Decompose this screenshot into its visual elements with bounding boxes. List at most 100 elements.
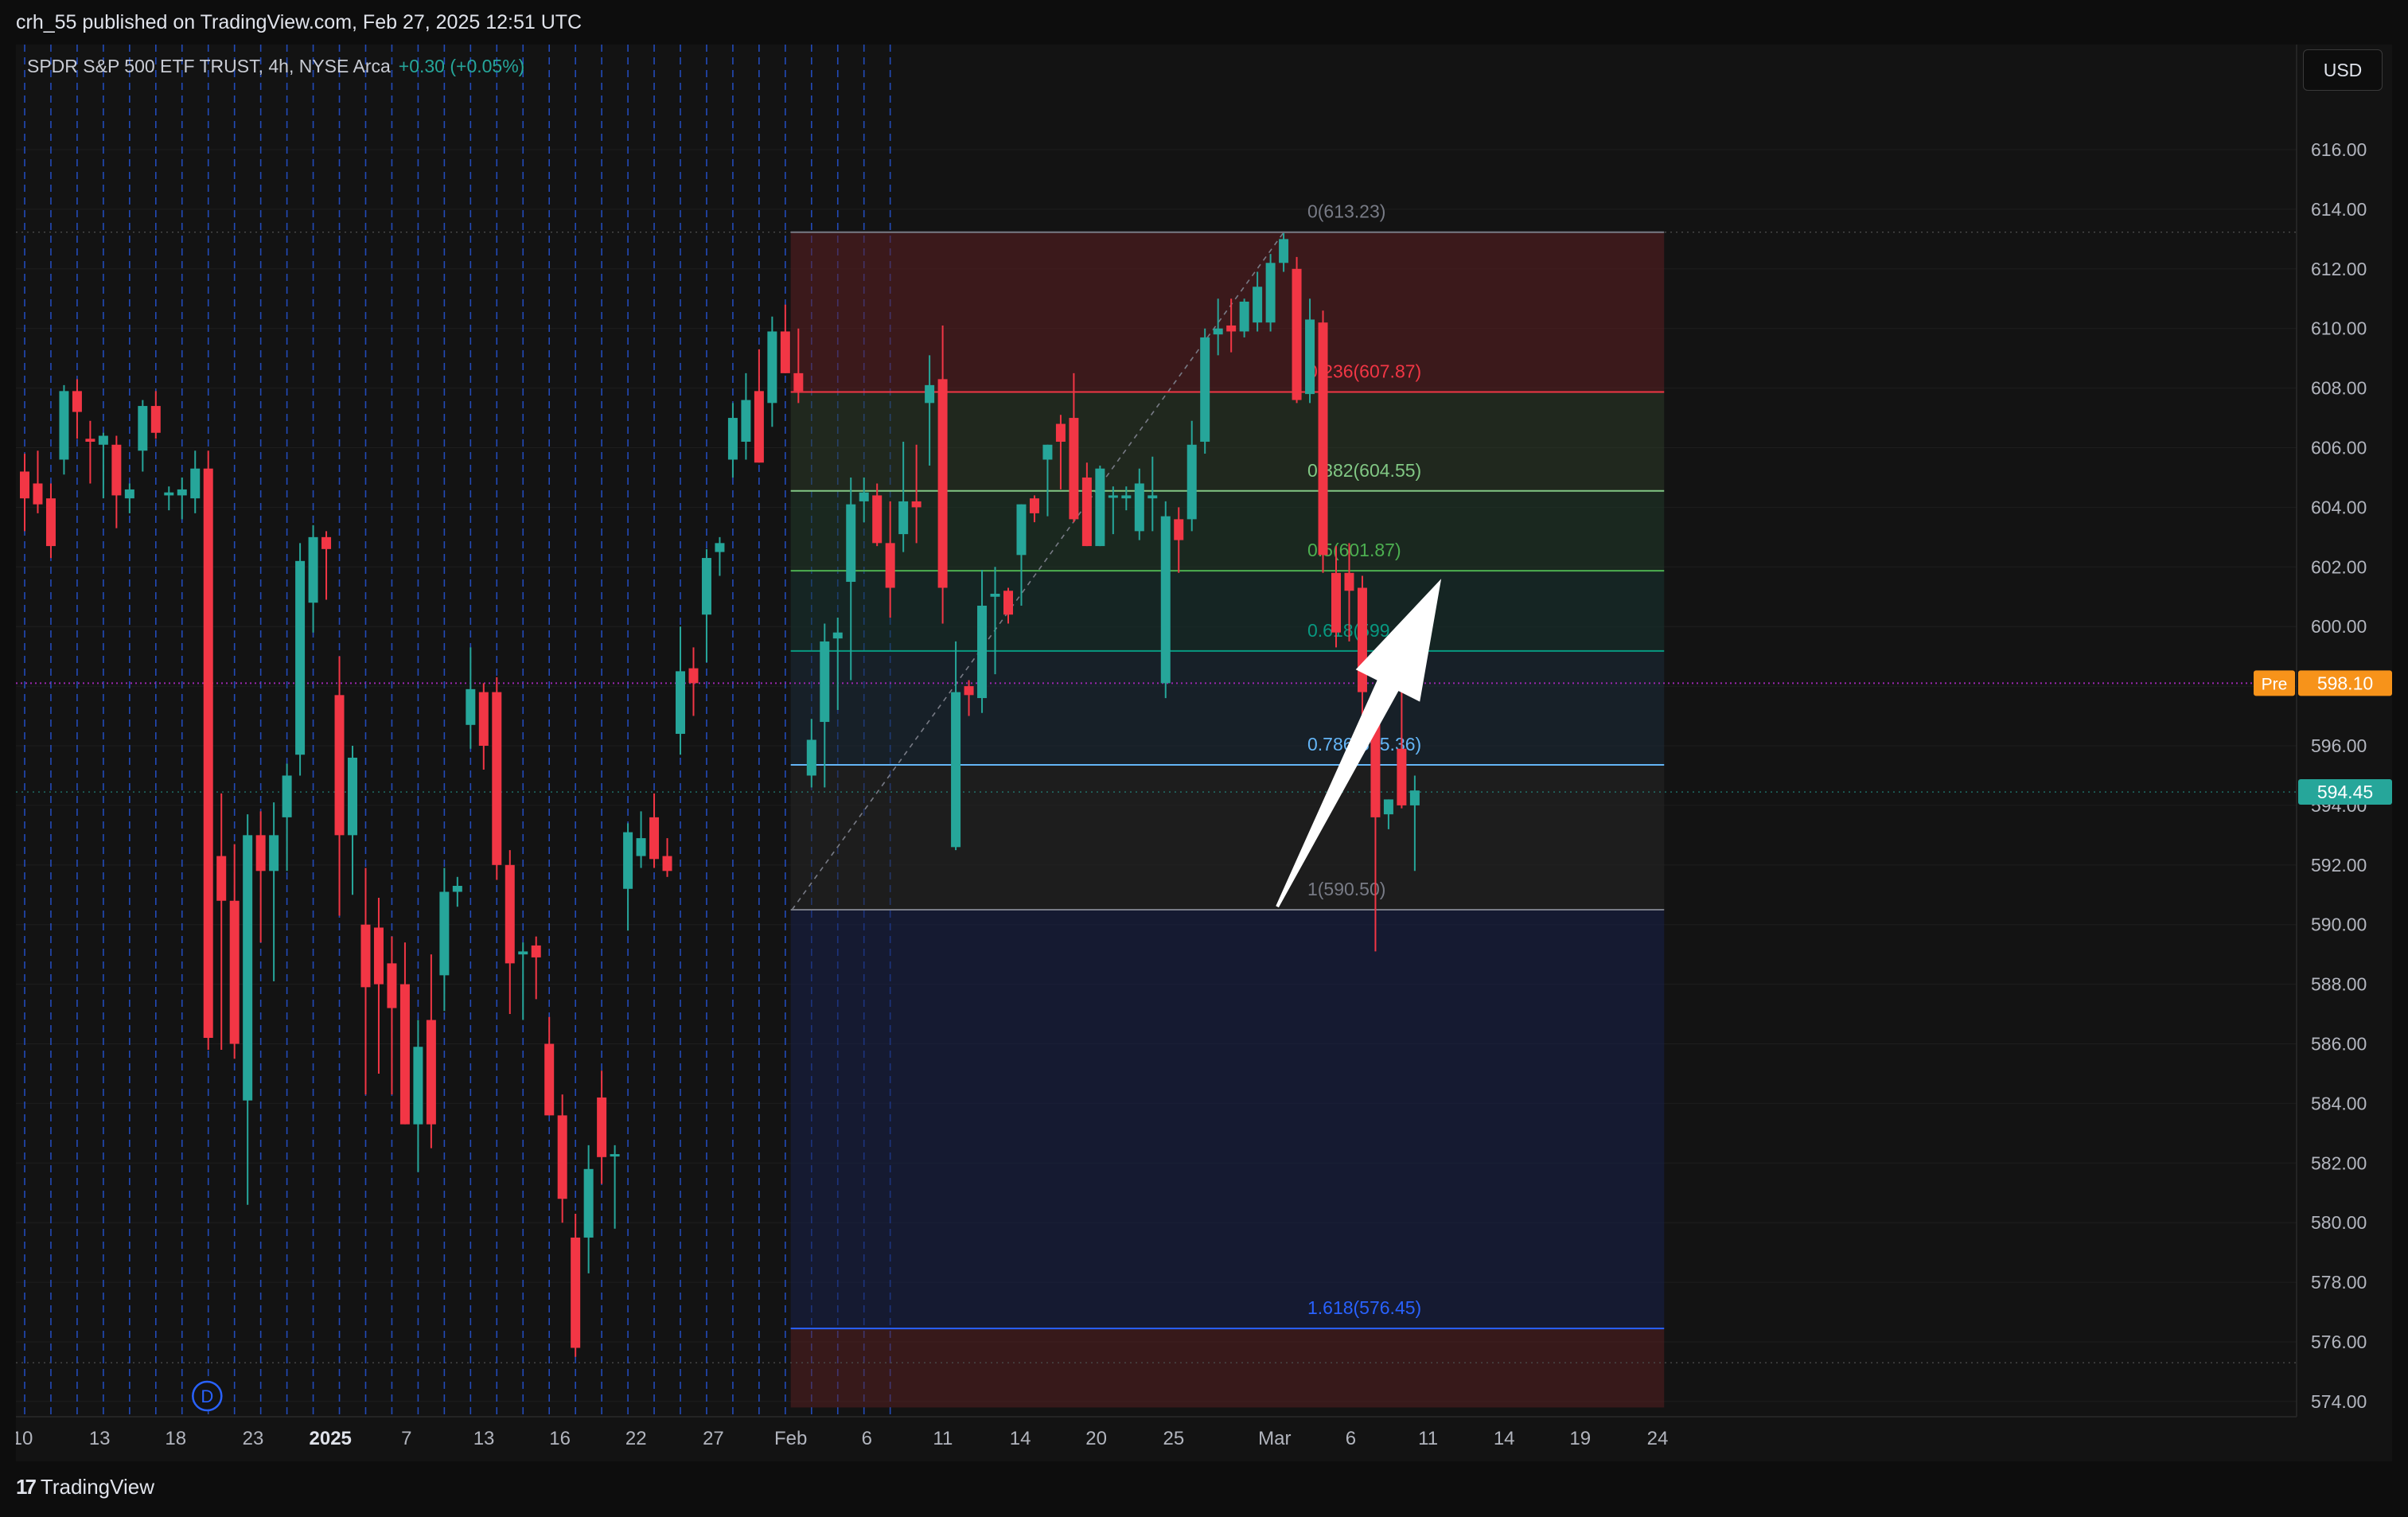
dividend-marker-label: D (201, 1386, 213, 1406)
price-chart[interactable]: 0(613.23)0.236(607.87)0.382(604.55)0.5(6… (16, 45, 2392, 1461)
candle[interactable] (1318, 310, 1328, 573)
candle-body (964, 686, 974, 696)
candle-body (1029, 498, 1039, 513)
fib-level-label: 1(590.50) (1307, 879, 1385, 899)
price-tick-label: 578.00 (2311, 1272, 2367, 1293)
candle-body (1383, 799, 1393, 815)
candle-body (727, 418, 738, 460)
candle-body (1226, 325, 1237, 332)
time-tick-label: Feb (774, 1428, 807, 1449)
candle-body (138, 406, 148, 451)
candle-body (321, 536, 332, 549)
fib-level-label: 1.618(576.45) (1307, 1297, 1421, 1318)
candle-body (505, 864, 515, 964)
candle-body (360, 924, 371, 988)
time-tick-label: 11 (933, 1428, 953, 1449)
candle[interactable] (492, 677, 502, 880)
candle-body (1265, 263, 1276, 323)
candle-body (1108, 495, 1118, 498)
fib-level-label: 0(613.23) (1307, 201, 1385, 222)
price-tick-label: 602.00 (2311, 556, 2367, 577)
candle-body (1279, 239, 1289, 263)
last-price-value: 594.45 (2317, 782, 2373, 802)
time-tick-label: 11 (1418, 1428, 1438, 1449)
candle-body (1134, 483, 1144, 532)
candle-body (413, 1047, 423, 1125)
candle-body (124, 489, 134, 499)
time-tick-label: 16 (549, 1428, 571, 1449)
candle-body (1318, 322, 1328, 556)
candle[interactable] (1292, 256, 1302, 404)
time-tick-label: 27 (703, 1428, 724, 1449)
candle-body (610, 1154, 620, 1157)
candle-body (308, 536, 318, 603)
price-tick-label: 586.00 (2311, 1034, 2367, 1055)
price-tick-label: 582.00 (2311, 1152, 2367, 1173)
price-tick-label: 592.00 (2311, 855, 2367, 875)
symbol-legend[interactable]: SPDR S&P 500 ETF TRUST, 4h, NYSE Arca +0.… (27, 56, 524, 77)
candle[interactable] (295, 543, 306, 776)
candle-body (1174, 519, 1184, 540)
fib-zone (790, 571, 1665, 651)
candle[interactable] (203, 450, 213, 1050)
candle-body (1148, 495, 1158, 499)
price-tick-label: 600.00 (2311, 616, 2367, 637)
candle-body (1292, 268, 1302, 400)
top-bar: crh_55 published on TradingView.com, Feb… (0, 0, 2408, 45)
candle-body (1121, 495, 1132, 499)
currency-button[interactable]: USD (2303, 49, 2383, 91)
candle-body (925, 384, 935, 404)
fib-zone (790, 232, 1665, 392)
time-tick-label: 20 (1085, 1428, 1107, 1449)
fib-zone (790, 490, 1665, 571)
candle-body (859, 492, 869, 501)
candle-body (334, 695, 345, 836)
candle-body (255, 835, 266, 872)
candle-body (45, 498, 56, 547)
fib-zone (790, 1328, 1665, 1408)
time-axis[interactable] (16, 1417, 2297, 1461)
candle-body (597, 1097, 607, 1157)
candle[interactable] (1095, 465, 1105, 547)
candle-body (1357, 587, 1367, 692)
candle-body (1344, 572, 1354, 591)
candle-body (636, 838, 646, 856)
price-tick-label: 590.00 (2311, 914, 2367, 935)
price-tick-label: 596.00 (2311, 735, 2367, 756)
candle-body (911, 501, 922, 508)
pre-market-tag-label: Pre (2262, 675, 2288, 693)
candle-body (898, 501, 909, 535)
time-tick-label: 22 (625, 1428, 647, 1449)
candle-body (1305, 319, 1315, 395)
price-tick-label: 588.00 (2311, 974, 2367, 995)
candle-body (203, 468, 213, 1039)
time-tick-label: 24 (1647, 1428, 1669, 1449)
price-tick-label: 584.00 (2311, 1093, 2367, 1113)
candle-body (872, 495, 883, 544)
candle-body (741, 400, 751, 443)
candle-body (676, 671, 685, 735)
candle[interactable] (1200, 328, 1210, 454)
candle-body (780, 331, 790, 373)
candle-body (806, 739, 816, 776)
candle-body (793, 372, 804, 392)
candle-body (466, 688, 476, 725)
tradingview-logo[interactable]: 17 TradingView (16, 1475, 154, 1499)
chart-panel[interactable]: 0(613.23) 0.236(607.87) 0.382(604.55) 0.5(6… (16, 45, 2392, 1461)
candle-body (531, 945, 541, 957)
candle-body (282, 775, 292, 817)
candle-body (348, 757, 357, 836)
candle-body (518, 951, 528, 955)
candle-body (951, 692, 961, 848)
candle-body (452, 886, 462, 892)
price-tick-label: 616.00 (2311, 139, 2367, 160)
candle[interactable] (1160, 501, 1171, 699)
time-tick-label: 19 (1569, 1428, 1591, 1449)
candle-body (439, 891, 450, 976)
time-tick-label: 18 (165, 1428, 186, 1449)
candle-body (72, 391, 82, 412)
candle[interactable] (1265, 254, 1276, 332)
time-tick-label: 6 (1346, 1428, 1356, 1449)
candle-body (1213, 328, 1223, 335)
candle-body (754, 391, 764, 463)
